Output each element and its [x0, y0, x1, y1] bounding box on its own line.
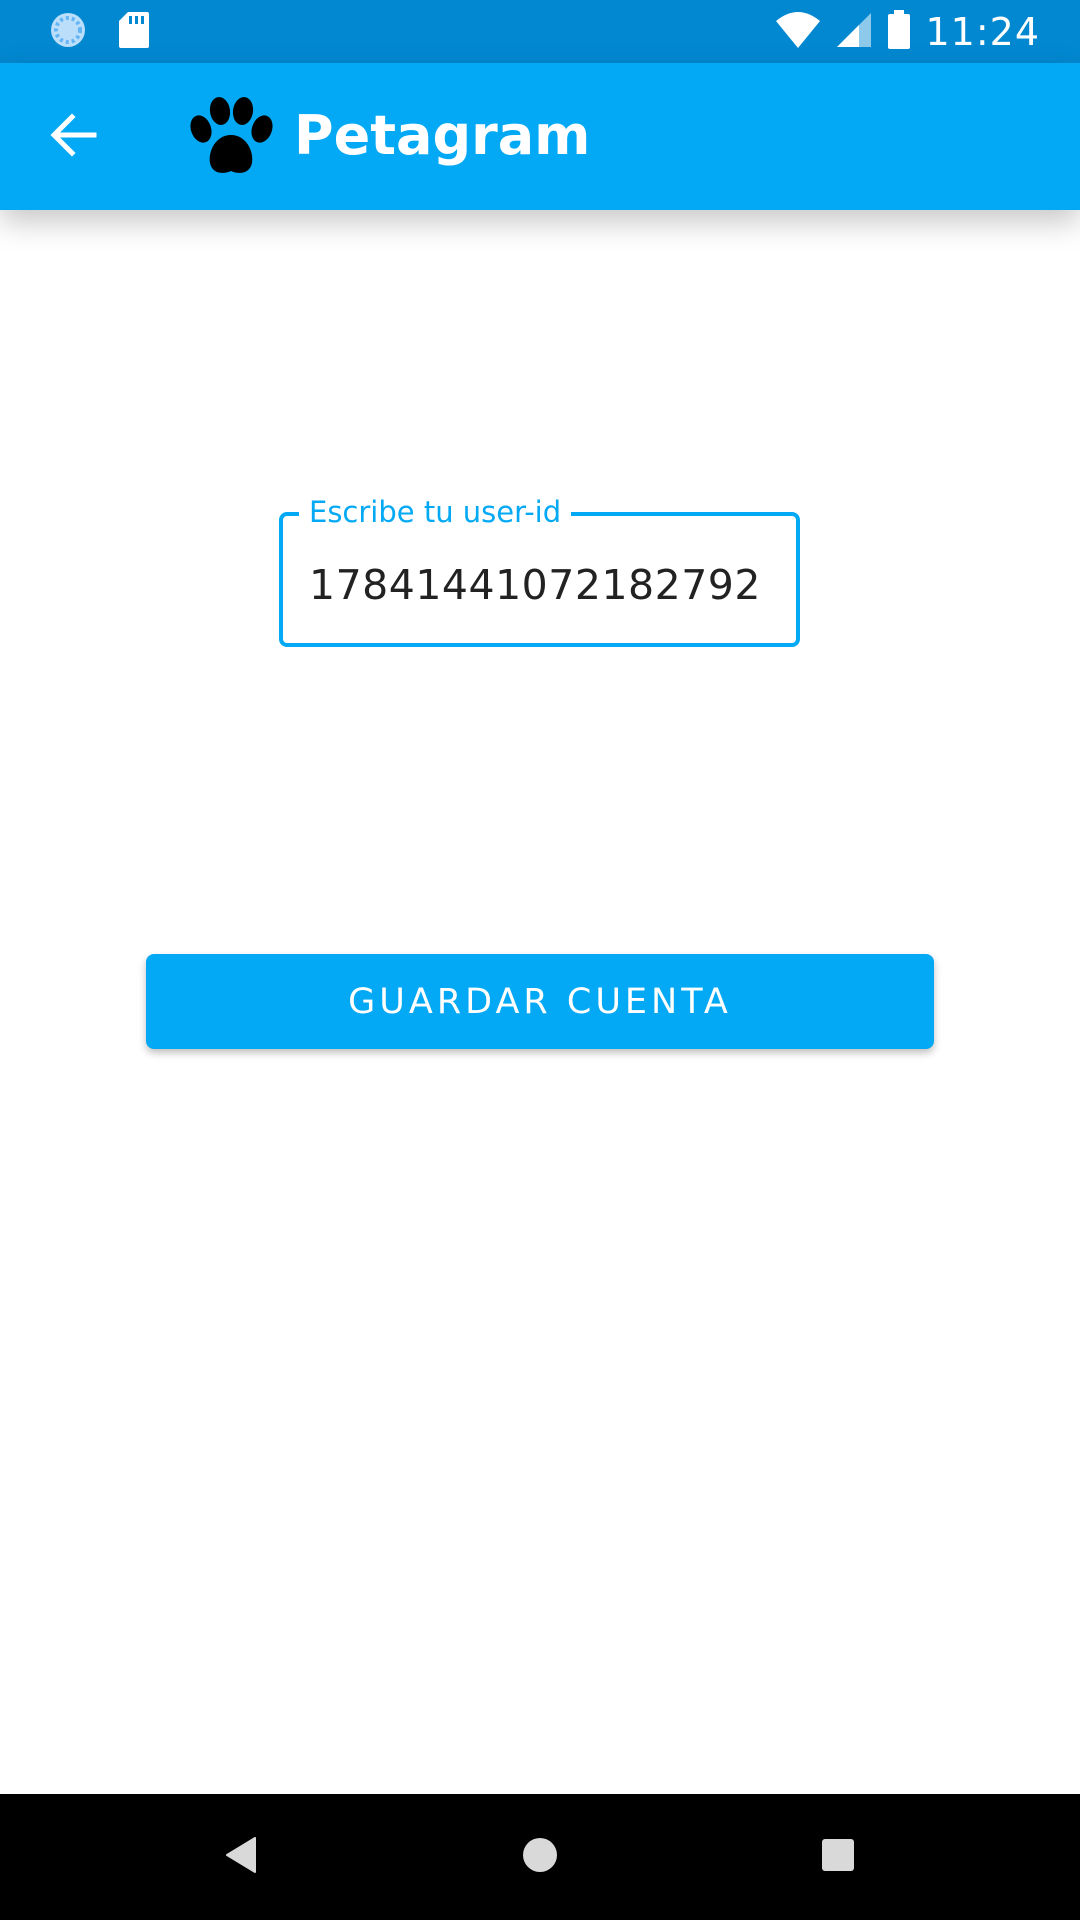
app-title: Petagram	[294, 104, 591, 167]
save-account-button[interactable]: GUARDAR CUENTA	[146, 954, 934, 1049]
sd-card-icon	[118, 11, 150, 53]
status-left-icons	[48, 12, 150, 52]
user-id-input[interactable]: 17841441072182792	[309, 560, 761, 610]
paw-icon	[186, 95, 276, 179]
navigation-bar	[0, 1794, 1080, 1920]
sync-icon	[48, 10, 88, 54]
save-account-label: GUARDAR CUENTA	[348, 981, 732, 1022]
nav-back-button[interactable]	[208, 1824, 274, 1890]
nav-recents-button[interactable]	[805, 1824, 871, 1890]
back-triangle-icon	[224, 1836, 258, 1878]
nav-home-button[interactable]	[507, 1824, 573, 1890]
wifi-icon	[775, 11, 821, 53]
signal-icon	[835, 11, 873, 53]
user-id-label: Escribe tu user-id	[299, 492, 572, 532]
back-button[interactable]	[36, 99, 112, 175]
status-clock: 11:24	[925, 10, 1040, 54]
status-right-icons: 11:24	[775, 8, 1040, 56]
user-id-field[interactable]: Escribe tu user-id 17841441072182792	[279, 492, 800, 647]
arrow-back-icon	[50, 113, 98, 161]
recents-square-icon	[821, 1838, 855, 1876]
battery-icon	[887, 10, 911, 54]
app-bar: Petagram	[0, 63, 1080, 210]
status-bar: 11:24	[0, 0, 1080, 63]
home-circle-icon	[522, 1837, 558, 1877]
